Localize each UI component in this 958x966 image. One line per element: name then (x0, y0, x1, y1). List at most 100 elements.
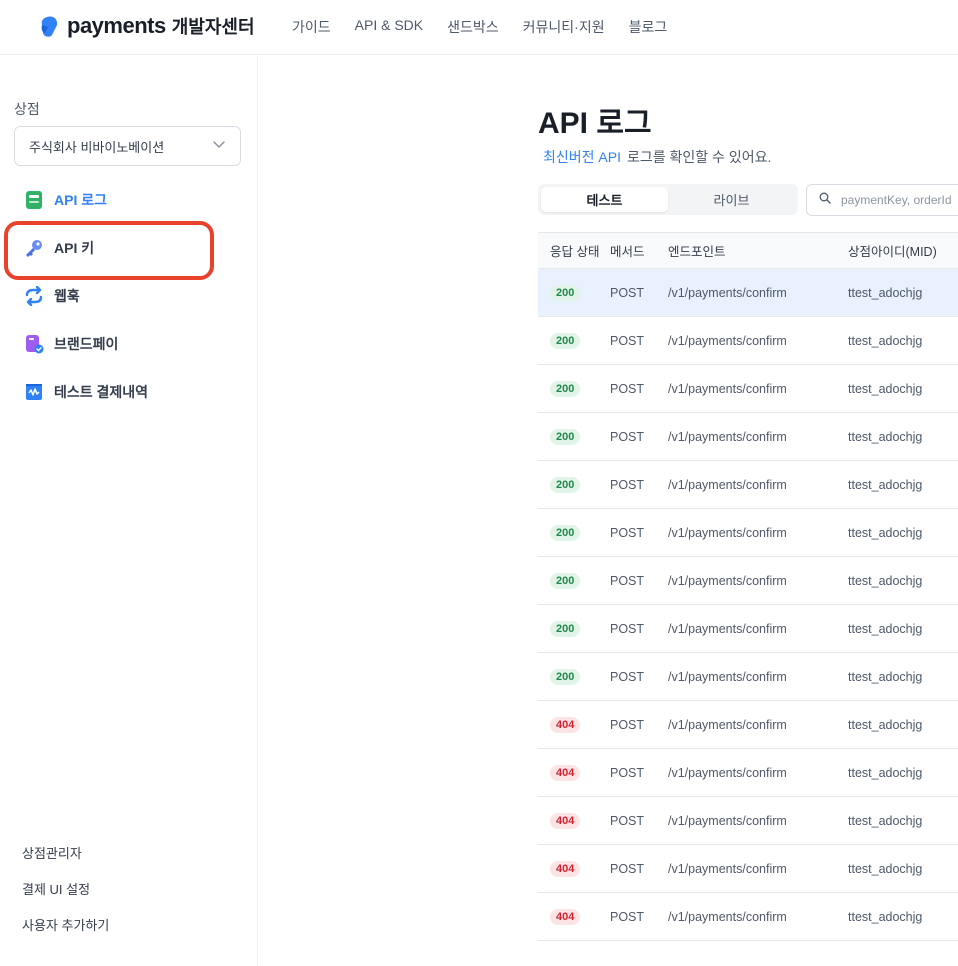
nav-sandbox[interactable]: 샌드박스 (447, 17, 499, 37)
cell-method: POST (610, 573, 645, 588)
table-row[interactable]: 200 POST/v1/payments/confirm ttest_adochjg (538, 605, 958, 653)
cell-method: POST (610, 861, 645, 876)
api-log-icon (24, 190, 44, 210)
top-header: payments 개발자센터 가이드 API & SDK 샌드박스 커뮤니티·지… (0, 0, 958, 55)
cell-method: POST (610, 669, 645, 684)
cell-method: POST (610, 813, 645, 828)
cell-endpoint: /v1/payments/confirm (668, 285, 787, 300)
sidebar-bottom-links: 상점관리자 결제 UI 설정 사용자 추가하기 (22, 844, 109, 952)
sidebar-item-test-payments[interactable]: 테스트 결제내역 (0, 368, 257, 416)
table-row[interactable]: 200 POST/v1/payments/confirm ttest_adochjg (538, 413, 958, 461)
cell-status: 404 (538, 860, 610, 877)
sidebar-item-api-log[interactable]: API 로그 (0, 176, 257, 224)
column-header-mid: 상점아이디(MID) (848, 245, 937, 259)
status-badge: 404 (550, 860, 581, 877)
search-input[interactable] (841, 193, 958, 207)
cell-method: POST (610, 285, 645, 300)
cell-method: POST (610, 525, 645, 540)
nav-api-sdk[interactable]: API & SDK (355, 17, 423, 37)
tab-test[interactable]: 테스트 (541, 187, 668, 212)
tab-live[interactable]: 라이브 (668, 187, 795, 212)
link-payment-ui-settings[interactable]: 결제 UI 설정 (22, 880, 109, 916)
receipt-icon (24, 382, 44, 402)
key-icon (24, 238, 44, 258)
webhook-icon (24, 286, 44, 306)
cell-mid: ttest_adochjg (848, 573, 923, 588)
environment-tabs: 테스트 라이브 (538, 184, 798, 215)
table-row[interactable]: 404 POST/v1/payments/confirm ttest_adochjg (538, 701, 958, 749)
cell-status: 200 (538, 428, 610, 445)
nav-guide[interactable]: 가이드 (292, 17, 331, 37)
cell-endpoint: /v1/payments/confirm (668, 861, 787, 876)
search-icon (819, 191, 831, 209)
table-row[interactable]: 404 POST/v1/payments/confirm ttest_adochjg (538, 845, 958, 893)
cell-endpoint: /v1/payments/confirm (668, 717, 787, 732)
cell-mid: ttest_adochjg (848, 669, 923, 684)
table-row[interactable]: 200 POST/v1/payments/confirm ttest_adochjg (538, 653, 958, 701)
table-body: 200 POST/v1/payments/confirm ttest_adochjg… (538, 269, 958, 941)
top-nav: 가이드 API & SDK 샌드박스 커뮤니티·지원 블로그 (292, 17, 667, 37)
table-row[interactable]: 200 POST/v1/payments/confirm ttest_adochjg (538, 461, 958, 509)
table-row[interactable]: 200 POST/v1/payments/confirm ttest_adochjg (538, 269, 958, 317)
cell-endpoint: /v1/payments/confirm (668, 573, 787, 588)
link-add-user[interactable]: 사용자 추가하기 (22, 916, 109, 952)
logo[interactable]: payments 개발자센터 (38, 13, 255, 39)
cell-endpoint: /v1/payments/confirm (668, 477, 787, 492)
latest-api-link[interactable]: 최신버전 API (543, 149, 621, 165)
cell-endpoint: /v1/payments/confirm (668, 909, 787, 924)
status-badge: 200 (550, 284, 581, 301)
status-badge: 200 (550, 572, 581, 589)
shop-select[interactable]: 주식회사 비바이노베이션 (14, 126, 241, 166)
page-title: API 로그 (538, 107, 652, 140)
cell-mid: ttest_adochjg (848, 477, 923, 492)
table-row[interactable]: 404 POST/v1/payments/confirm ttest_adochjg (538, 797, 958, 845)
logo-subtitle: 개발자센터 (171, 17, 255, 37)
subtitle-text: 로그를 확인할 수 있어요. (626, 149, 772, 165)
cell-endpoint: /v1/payments/confirm (668, 333, 787, 348)
cell-mid: ttest_adochjg (848, 525, 923, 540)
cell-status: 404 (538, 764, 610, 781)
chevron-down-icon (212, 137, 226, 156)
sidebar-item-label: API 키 (54, 240, 95, 256)
cell-endpoint: /v1/payments/confirm (668, 381, 787, 396)
status-badge: 404 (550, 812, 581, 829)
cell-endpoint: /v1/payments/confirm (668, 765, 787, 780)
status-badge: 200 (550, 476, 581, 493)
status-badge: 200 (550, 428, 581, 445)
column-header-status: 응답 상태 (550, 245, 600, 259)
column-header-method: 메서드 (610, 245, 645, 259)
sidebar-item-brandpay[interactable]: 브랜드페이 (0, 320, 257, 368)
sidebar-item-label: API 로그 (54, 192, 107, 208)
sidebar-item-webhook[interactable]: 웹훅 (0, 272, 257, 320)
cell-mid: ttest_adochjg (848, 813, 923, 828)
link-shop-admin[interactable]: 상점관리자 (22, 844, 109, 880)
nav-community[interactable]: 커뮤니티·지원 (523, 17, 605, 37)
cell-method: POST (610, 621, 645, 636)
cell-endpoint: /v1/payments/confirm (668, 525, 787, 540)
sidebar-item-api-key[interactable]: API 키 (0, 224, 257, 272)
table-row[interactable]: 200 POST/v1/payments/confirm ttest_adochjg (538, 317, 958, 365)
cell-status: 200 (538, 572, 610, 589)
cell-status: 404 (538, 716, 610, 733)
table-row[interactable]: 404 POST/v1/payments/confirm ttest_adochjg (538, 749, 958, 797)
cell-status: 200 (538, 524, 610, 541)
cell-status: 200 (538, 668, 610, 685)
table-row[interactable]: 200 POST/v1/payments/confirm ttest_adochjg (538, 509, 958, 557)
cell-mid: ttest_adochjg (848, 429, 923, 444)
status-badge: 404 (550, 764, 581, 781)
cell-mid: ttest_adochjg (848, 621, 923, 636)
table-row[interactable]: 404 POST/v1/payments/confirm ttest_adochjg (538, 893, 958, 941)
sidebar-item-label: 웹훅 (54, 288, 80, 304)
table-row[interactable]: 200 POST/v1/payments/confirm ttest_adochjg (538, 365, 958, 413)
cell-status: 404 (538, 908, 610, 925)
sidebar-item-label: 테스트 결제내역 (54, 384, 149, 400)
nav-blog[interactable]: 블로그 (629, 17, 668, 37)
cell-endpoint: /v1/payments/confirm (668, 621, 787, 636)
cell-status: 200 (538, 332, 610, 349)
sidebar-menu: API 로그 API 키 웹훅 브랜드페이 테스트 결제내역 (0, 176, 257, 416)
cell-mid: ttest_adochjg (848, 381, 923, 396)
cell-mid: ttest_adochjg (848, 333, 923, 348)
api-log-table: 응답 상태 메서드 엔드포인트 상점아이디(MID) 200 POST/v1/pa… (538, 232, 958, 941)
table-header: 응답 상태 메서드 엔드포인트 상점아이디(MID) (538, 232, 958, 269)
table-row[interactable]: 200 POST/v1/payments/confirm ttest_adochjg (538, 557, 958, 605)
